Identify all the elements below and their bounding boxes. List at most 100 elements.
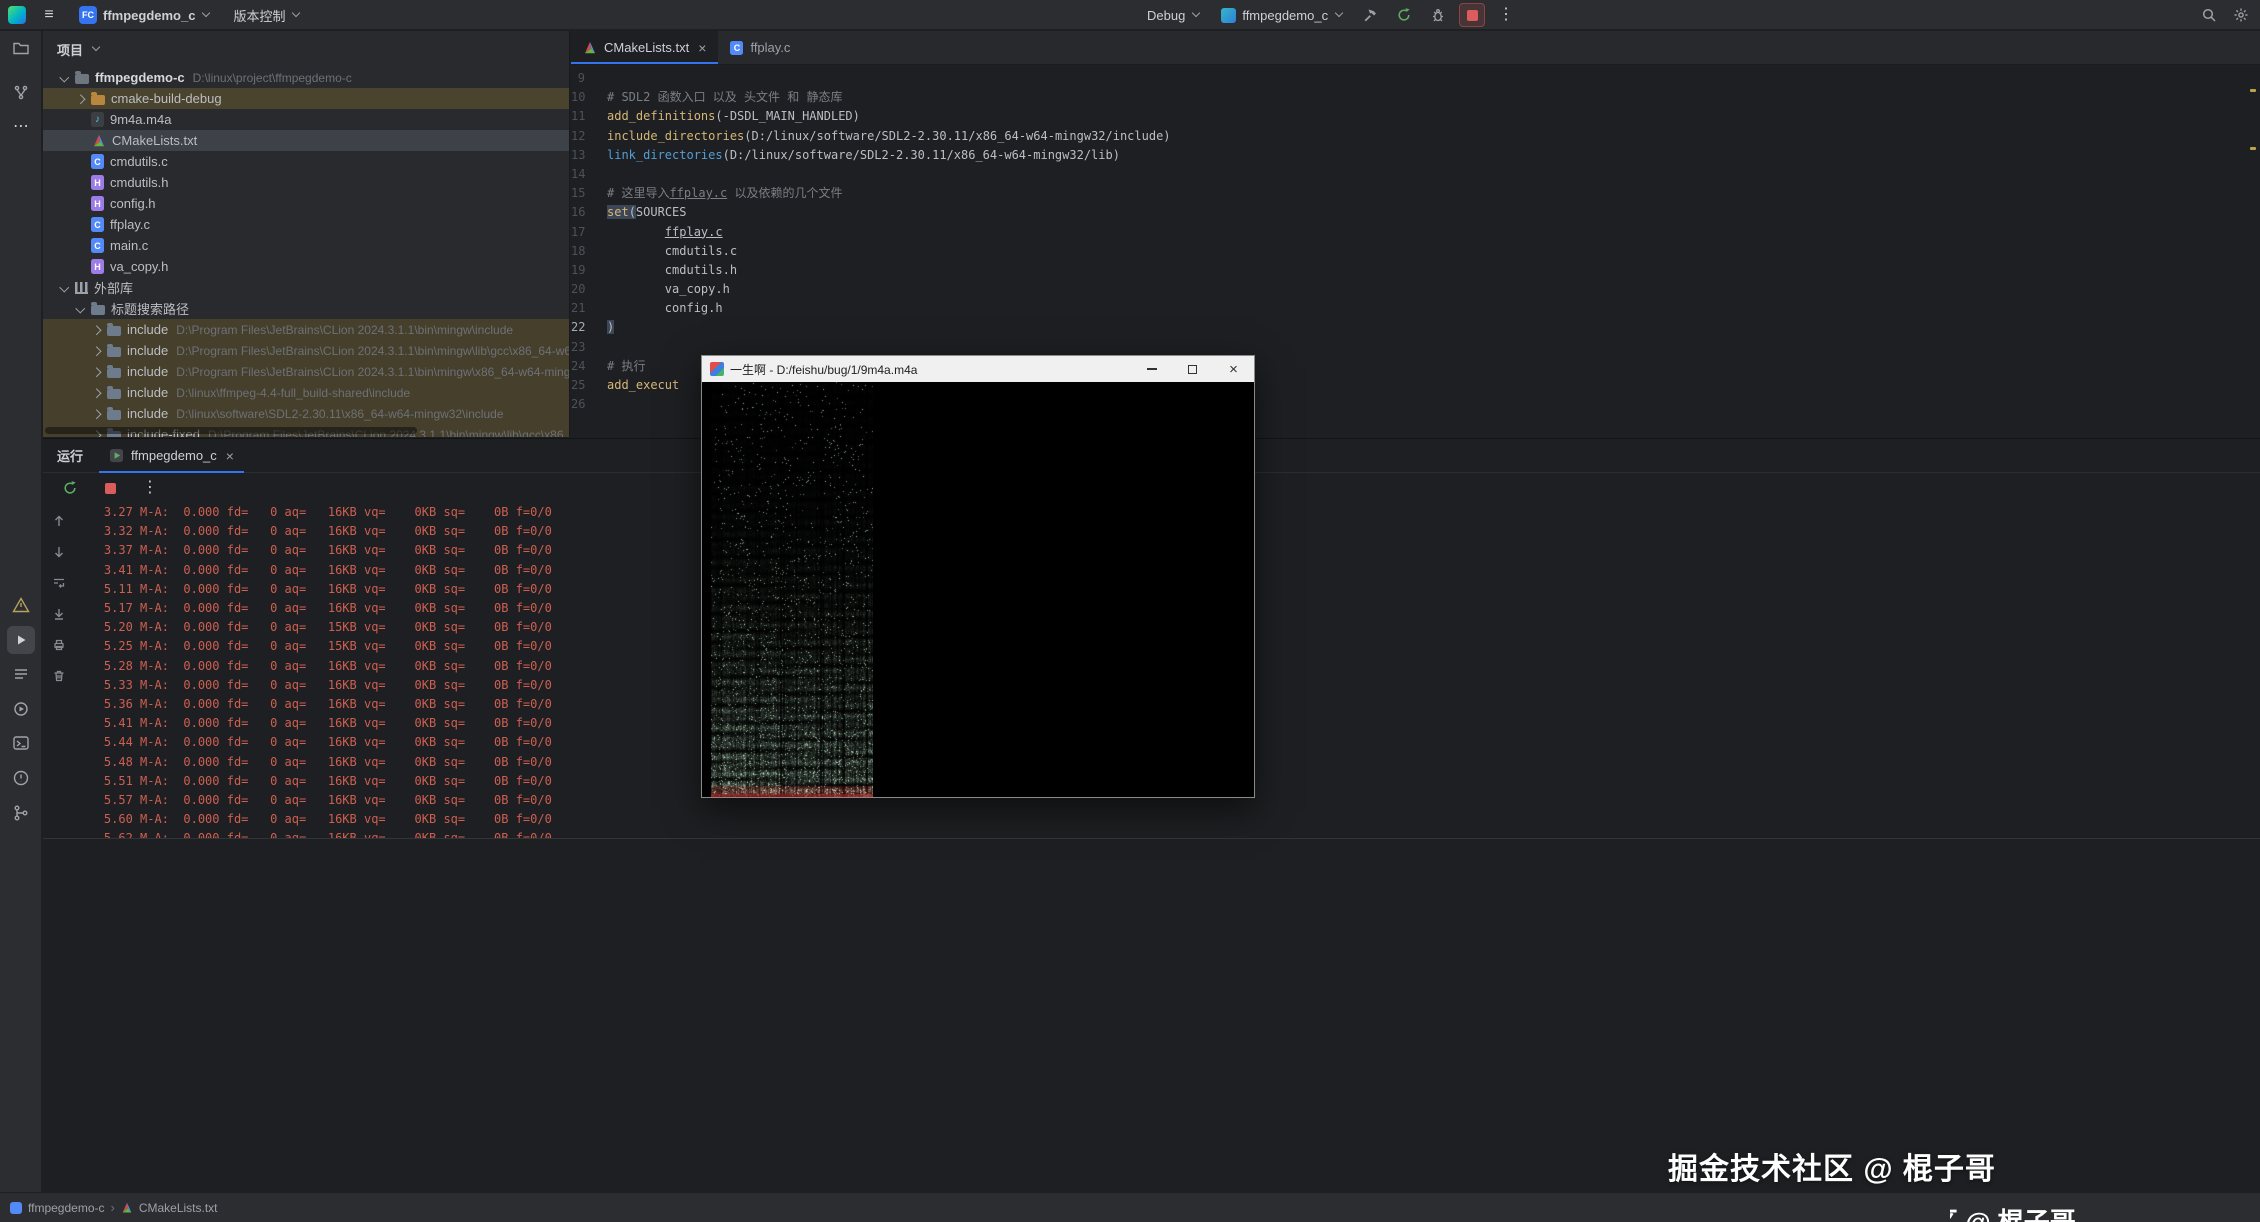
- tree-item-cmdutils.h[interactable]: Hcmdutils.h: [43, 172, 569, 193]
- scroll-to-end-button[interactable]: [46, 602, 72, 626]
- tree-item-include[interactable]: includeD:\linux\ffmpeg-4.4-full_build-sh…: [43, 382, 569, 403]
- maximize-button[interactable]: [1172, 356, 1213, 382]
- inspection-marker[interactable]: [2250, 89, 2256, 92]
- project-crumb-icon: [10, 1202, 22, 1214]
- tree-item-标题搜索路径[interactable]: 标题搜索路径: [43, 298, 569, 319]
- code-line-11[interactable]: 11add_definitions(-DSDL_MAIN_HANDLED): [571, 107, 2260, 126]
- clear-all-button[interactable]: [46, 664, 72, 688]
- ffplay-window-titlebar[interactable]: 一生啊 - D:/feishu/bug/1/9m4a.m4a ×: [702, 356, 1254, 382]
- library-folder-icon: [107, 389, 121, 399]
- print-button[interactable]: [46, 633, 72, 657]
- tree-item-ffplay.c[interactable]: Cffplay.c: [43, 214, 569, 235]
- close-window-button[interactable]: ×: [1213, 356, 1254, 382]
- ellipsis-icon: ⋯: [13, 119, 29, 135]
- chevron-right-icon[interactable]: [73, 92, 91, 106]
- chevron-right-icon[interactable]: [89, 365, 107, 379]
- debug-config-label: Debug: [1147, 8, 1185, 23]
- project-folder-icon: [75, 74, 89, 84]
- ffplay-video-area[interactable]: [702, 382, 1254, 797]
- code-line-13[interactable]: 13link_directories(D:/linux/software/SDL…: [571, 146, 2260, 165]
- run-tab-ffmpegdemo-c[interactable]: ffmpegdemo_c ×: [99, 439, 244, 473]
- breadcrumb-project[interactable]: ffmpegdemo-c: [28, 1201, 104, 1215]
- watermark-text-partial: 掘金技术社区 @ 棍子哥: [1950, 1202, 2260, 1222]
- code-line-19[interactable]: 19 cmdutils.h: [571, 261, 2260, 280]
- code-line-23[interactable]: 23: [571, 338, 2260, 357]
- run-config-selector[interactable]: ffmpegdemo_c: [1214, 3, 1349, 27]
- chevron-right-icon[interactable]: [89, 386, 107, 400]
- project-selector[interactable]: FC ffmpegdemo_c: [72, 3, 216, 27]
- tree-item-include[interactable]: includeD:\Program Files\JetBrains\CLion …: [43, 340, 569, 361]
- stop-button[interactable]: [1459, 3, 1485, 27]
- console-more-options-button[interactable]: ⋮: [137, 476, 163, 500]
- main-menu-button[interactable]: ≡: [36, 3, 62, 27]
- tree-item-include[interactable]: includeD:\linux\software\SDL2-2.30.11\x8…: [43, 403, 569, 424]
- code-line-17[interactable]: 17 ffplay.c: [571, 223, 2260, 242]
- code-text: add_definitions(-DSDL_MAIN_HANDLED): [607, 107, 860, 126]
- chevron-down-icon[interactable]: [57, 71, 75, 85]
- chevron-right-icon[interactable]: [89, 407, 107, 421]
- code-line-18[interactable]: 18 cmdutils.c: [571, 242, 2260, 261]
- horizontal-scrollbar[interactable]: [45, 427, 417, 434]
- close-icon: ×: [1229, 362, 1238, 377]
- ffplay-window[interactable]: 一生啊 - D:/feishu/bug/1/9m4a.m4a ×: [701, 355, 1255, 798]
- printer-icon: [52, 638, 66, 652]
- tree-item-include[interactable]: includeD:\Program Files\JetBrains\CLion …: [43, 361, 569, 382]
- build-button[interactable]: [1357, 3, 1383, 27]
- tree-item-外部库[interactable]: 外部库: [43, 277, 569, 298]
- breadcrumb-file[interactable]: CMakeLists.txt: [139, 1201, 218, 1215]
- code-line-21[interactable]: 21 config.h: [571, 299, 2260, 318]
- tree-item-cmake-build-debug[interactable]: cmake-build-debug: [43, 88, 569, 109]
- tree-item-include[interactable]: includeD:\Program Files\JetBrains\CLion …: [43, 319, 569, 340]
- chevron-right-icon[interactable]: [89, 323, 107, 337]
- code-line-10[interactable]: 10# SDL2 函数入口 以及 头文件 和 静态库: [571, 88, 2260, 107]
- debug-button[interactable]: [1425, 3, 1451, 27]
- h-file-icon: H: [91, 259, 104, 274]
- version-control-tool-button[interactable]: [7, 799, 35, 827]
- code-line-14[interactable]: 14: [571, 165, 2260, 184]
- code-line-16[interactable]: 16set(SOURCES: [571, 203, 2260, 222]
- project-tree[interactable]: ffmpegdemo-cD:\linux\project\ffmpegdemo-…: [43, 67, 569, 437]
- close-tab-icon[interactable]: ×: [698, 40, 706, 56]
- tree-item-va_copy.h[interactable]: Hva_copy.h: [43, 256, 569, 277]
- search-everywhere-button[interactable]: [2196, 3, 2222, 27]
- tree-item-cmdutils.c[interactable]: Ccmdutils.c: [43, 151, 569, 172]
- code-line-12[interactable]: 12include_directories(D:/linux/software/…: [571, 127, 2260, 146]
- tree-item-CMakeLists.txt[interactable]: CMakeLists.txt: [43, 130, 569, 151]
- rerun-button[interactable]: [1391, 3, 1417, 27]
- rerun-console-button[interactable]: [57, 476, 83, 500]
- project-tool-button[interactable]: [7, 34, 35, 62]
- minimize-button[interactable]: [1131, 356, 1172, 382]
- more-actions-button[interactable]: ⋮: [1493, 3, 1519, 27]
- code-line-9[interactable]: 9: [571, 69, 2260, 88]
- close-tab-icon[interactable]: ×: [226, 448, 234, 464]
- code-line-20[interactable]: 20 va_copy.h: [571, 280, 2260, 299]
- code-line-15[interactable]: 15# 这里导入ffplay.c 以及依赖的几个文件: [571, 184, 2260, 203]
- services-tool-button[interactable]: [7, 695, 35, 723]
- more-tool-windows-button[interactable]: ⋯: [7, 113, 35, 141]
- problems-tool-button[interactable]: [7, 764, 35, 792]
- vcs-selector[interactable]: 版本控制: [226, 3, 306, 27]
- prev-occurrence-button[interactable]: [46, 509, 72, 533]
- tab-ffplay-c[interactable]: C ffplay.c: [718, 31, 802, 64]
- structure-tool-button[interactable]: [7, 79, 35, 107]
- tree-item-config.h[interactable]: Hconfig.h: [43, 193, 569, 214]
- terminal-tool-button[interactable]: [7, 729, 35, 757]
- todo-tool-button[interactable]: [7, 660, 35, 688]
- next-occurrence-button[interactable]: [46, 540, 72, 564]
- tree-item-ffmpegdemo-c[interactable]: ffmpegdemo-cD:\linux\project\ffmpegdemo-…: [43, 67, 569, 88]
- chevron-down-icon[interactable]: [57, 281, 75, 295]
- soft-wrap-button[interactable]: [46, 571, 72, 595]
- code-line-22[interactable]: 22): [571, 318, 2260, 337]
- debug-config-selector[interactable]: Debug: [1140, 3, 1206, 27]
- notifications-button[interactable]: [7, 591, 35, 619]
- project-panel-header[interactable]: 项目: [43, 31, 569, 67]
- tree-item-main.c[interactable]: Cmain.c: [43, 235, 569, 256]
- stop-console-button[interactable]: [97, 476, 123, 500]
- inspection-marker[interactable]: [2250, 147, 2256, 150]
- chevron-down-icon[interactable]: [73, 302, 91, 316]
- chevron-right-icon[interactable]: [89, 344, 107, 358]
- tab-cmakelists-txt[interactable]: CMakeLists.txt ×: [571, 31, 718, 64]
- settings-button[interactable]: [2228, 3, 2254, 27]
- run-tool-button[interactable]: [7, 626, 35, 654]
- tree-item-9m4a.m4a[interactable]: ♪9m4a.m4a: [43, 109, 569, 130]
